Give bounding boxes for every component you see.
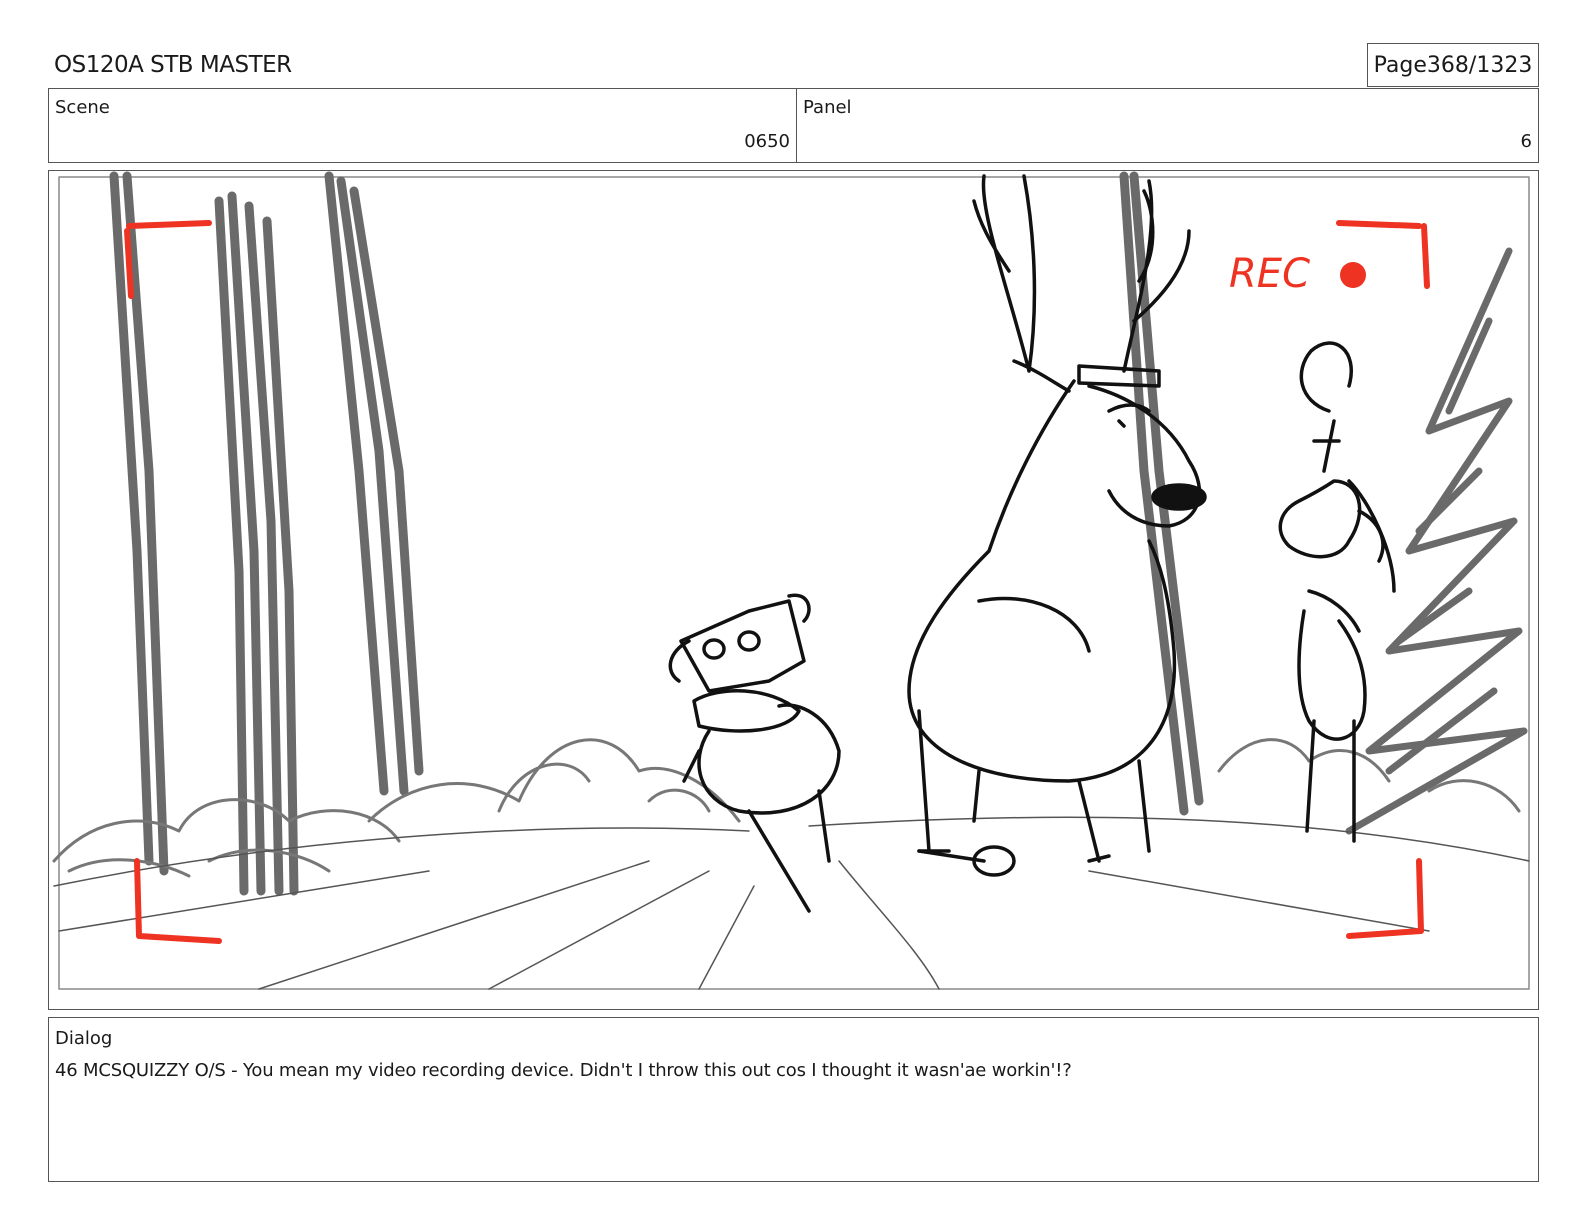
page-label: Page (1373, 52, 1427, 78)
tree-trunks-left (109, 171, 1204, 896)
moose-character (907, 174, 1207, 877)
dialog-text: 46 MCSQUIZZY O/S - You mean my video rec… (55, 1060, 1072, 1081)
pine-tree-right (1345, 247, 1528, 835)
rec-indicator-text: REC (1229, 251, 1310, 297)
dialog-section: Dialog 46 MCSQUIZZY O/S - You mean my vi… (48, 1017, 1539, 1182)
page-indicator: Page 368/1323 (1367, 43, 1539, 87)
storyboard-sketch: REC (52, 171, 1530, 990)
storyboard-frame: REC (48, 170, 1539, 1010)
dialog-label: Dialog (55, 1028, 113, 1049)
scene-panel-row: Scene 0650 Panel 6 (48, 88, 1539, 163)
document-title: OS120A STB MASTER (54, 52, 292, 78)
scene-cell: Scene 0650 (49, 89, 797, 162)
scene-number: 0650 (744, 131, 790, 152)
panel-number: 6 (1520, 131, 1532, 152)
page-number: 368/1323 (1426, 52, 1533, 78)
mole-character (668, 593, 841, 913)
rec-dot-icon (1340, 262, 1366, 288)
scene-label: Scene (55, 97, 110, 118)
panel-cell: Panel 6 (797, 89, 1538, 162)
panel-label: Panel (803, 97, 852, 118)
viewfinder-brackets (124, 220, 1430, 944)
